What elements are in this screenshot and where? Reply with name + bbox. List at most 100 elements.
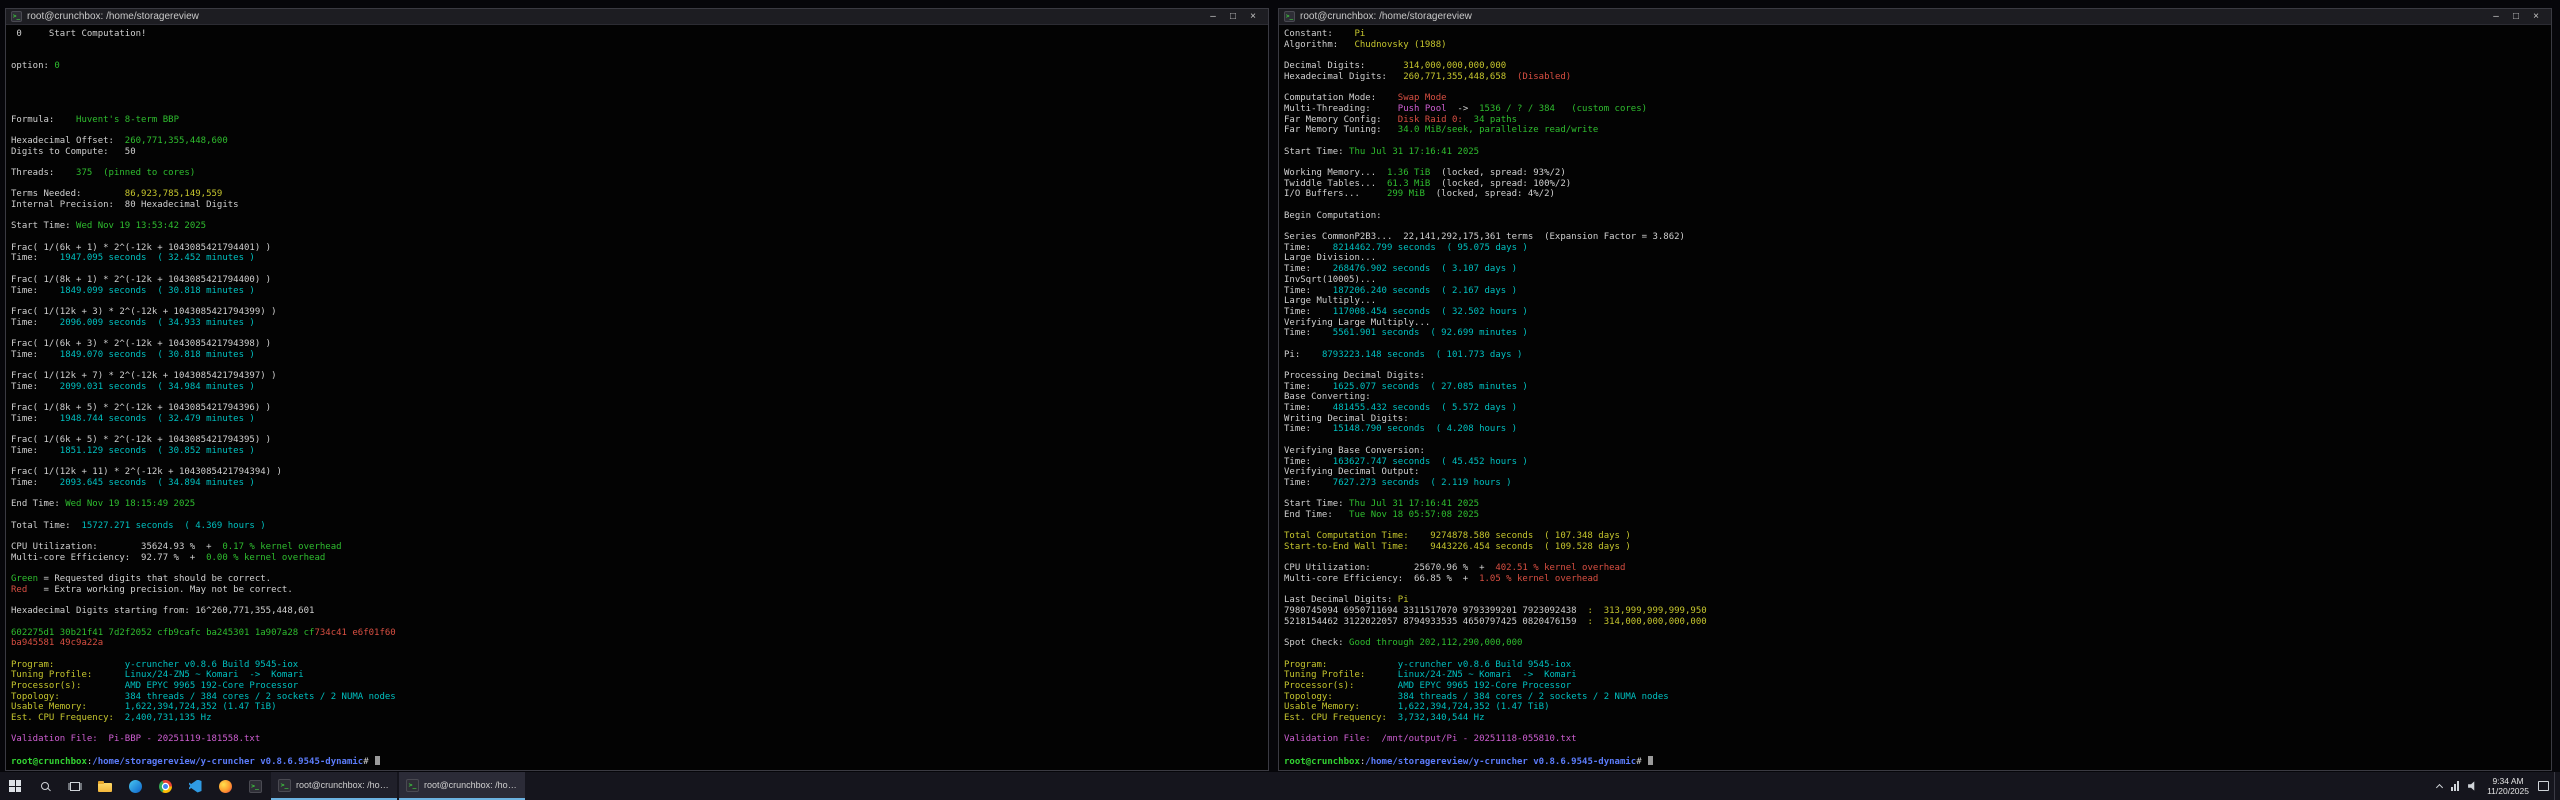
terminal-line: Processor(s): AMD EPYC 9965 192-Core Pro…: [1284, 681, 2551, 692]
terminal-line: Frac( 1/(12k + 11) * 2^(-12k + 104308542…: [11, 467, 1268, 478]
show-desktop-button[interactable]: [2554, 772, 2560, 800]
terminal-line: [11, 72, 1268, 83]
terminal-line: Tuning Profile: Linux/24-ZN5 ~ Komari ->…: [1284, 670, 2551, 681]
taskbar-window-button-terminal-2[interactable]: >_ root@crunchbox: /hom...: [399, 772, 525, 800]
search-icon: [41, 782, 49, 790]
terminal-line: [1284, 724, 2551, 735]
terminal-line: [1284, 435, 2551, 446]
terminal-line: Time: 1625.077 seconds ( 27.085 minutes …: [1284, 382, 2551, 393]
search-button[interactable]: [30, 772, 60, 800]
taskbar-window-label: root@crunchbox: /hom...: [296, 780, 390, 790]
desktop: >_ root@crunchbox: /home/storagereview –…: [0, 0, 2560, 800]
terminal-line: 5218154462 3122022057 8794933535 4650797…: [1284, 617, 2551, 628]
terminal-line: Topology: 384 threads / 384 cores / 2 so…: [1284, 692, 2551, 703]
terminal-line: Tuning Profile: Linux/24-ZN5 ~ Komari ->…: [11, 670, 1268, 681]
terminal-output[interactable]: 0 Start Computation! option: 0 Formula: …: [6, 26, 1268, 770]
terminal-line: Topology: 384 threads / 384 cores / 2 so…: [11, 692, 1268, 703]
volume-icon[interactable]: [2468, 781, 2478, 791]
terminal-line: [1284, 50, 2551, 61]
vscode-button[interactable]: [180, 772, 210, 800]
terminal-line: [11, 510, 1268, 521]
terminal-line: [11, 232, 1268, 243]
close-button[interactable]: ×: [1243, 9, 1263, 24]
vscode-icon: [189, 780, 202, 793]
terminal-line: [1284, 221, 2551, 232]
terminal-line: Twiddle Tables... 61.3 MiB (locked, spre…: [1284, 179, 2551, 190]
terminal-line: [11, 50, 1268, 61]
terminal-line: [11, 296, 1268, 307]
taskbar-clock[interactable]: 9:34 AM 11/20/2025: [2487, 776, 2529, 796]
terminal-line: Time: 1947.095 seconds ( 32.452 minutes …: [11, 253, 1268, 264]
terminal-line: Time: 2099.031 seconds ( 34.984 minutes …: [11, 382, 1268, 393]
terminal-line: Time: 2093.645 seconds ( 34.894 minutes …: [11, 478, 1268, 489]
terminal-line: End Time: Wed Nov 19 18:15:49 2025: [11, 499, 1268, 510]
taskbar-window-button-terminal-1[interactable]: >_ root@crunchbox: /hom...: [271, 772, 397, 800]
terminal-line: Constant: Pi: [1284, 29, 2551, 40]
firefox-button[interactable]: [210, 772, 240, 800]
terminal-line: Validation File: Pi-BBP - 20251119-18155…: [11, 734, 1268, 745]
terminal-line: Time: 2096.009 seconds ( 34.933 minutes …: [11, 318, 1268, 329]
terminal-line: Frac( 1/(8k + 1) * 2^(-12k + 10430854217…: [11, 275, 1268, 286]
terminal-line: Total Time: 15727.271 seconds ( 4.369 ho…: [11, 521, 1268, 532]
terminal-line: root@crunchbox:/home/storagereview/y-cru…: [11, 756, 1268, 767]
terminal-icon: >_: [249, 780, 262, 793]
terminal-line: [11, 424, 1268, 435]
terminal-line: [11, 595, 1268, 606]
terminal-line: [1284, 136, 2551, 147]
terminal-line: Writing Decimal Digits:: [1284, 414, 2551, 425]
maximize-button[interactable]: □: [2506, 9, 2526, 24]
file-explorer-icon: [98, 783, 112, 792]
close-button[interactable]: ×: [2526, 9, 2546, 24]
chrome-button[interactable]: [150, 772, 180, 800]
terminal-output[interactable]: Constant: PiAlgorithm: Chudnovsky (1988)…: [1279, 26, 2551, 770]
taskbar: >_ >_ root@crunchbox: /hom... >_ root@cr…: [0, 772, 2560, 800]
titlebar[interactable]: >_ root@crunchbox: /home/storagereview –…: [1279, 9, 2551, 25]
terminal-icon: >_: [1284, 11, 1295, 22]
terminal-line: Digits to Compute: 50: [11, 147, 1268, 158]
terminal-line: Large Multiply...: [1284, 296, 2551, 307]
minimize-button[interactable]: –: [1203, 9, 1223, 24]
terminal-line: Base Converting:: [1284, 392, 2551, 403]
titlebar[interactable]: >_ root@crunchbox: /home/storagereview –…: [6, 9, 1268, 25]
edge-button[interactable]: [120, 772, 150, 800]
terminal-line: 602275d1 30b21f41 7d2f2052 cfb9cafc ba24…: [11, 628, 1268, 639]
terminal-line: Multi-Threading: Push Pool -> 1536 / ? /…: [1284, 104, 2551, 115]
terminal-line: Frac( 1/(8k + 5) * 2^(-12k + 10430854217…: [11, 403, 1268, 414]
terminal-line: Usable Memory: 1,622,394,724,352 (1.47 T…: [1284, 702, 2551, 713]
terminal-line: Last Decimal Digits: Pi: [1284, 595, 2551, 606]
action-center-icon[interactable]: [2538, 781, 2549, 791]
file-explorer-button[interactable]: [90, 772, 120, 800]
terminal-line: [11, 157, 1268, 168]
taskbar-window-label: root@crunchbox: /hom...: [424, 780, 518, 790]
terminal-line: [11, 649, 1268, 660]
minimize-button[interactable]: –: [2486, 9, 2506, 24]
start-button[interactable]: [0, 772, 30, 800]
terminal-line: Internal Precision: 80 Hexadecimal Digit…: [11, 200, 1268, 211]
terminal-line: Multi-core Efficiency: 92.77 % + 0.00 % …: [11, 553, 1268, 564]
terminal-line: [1284, 489, 2551, 500]
maximize-button[interactable]: □: [1223, 9, 1243, 24]
terminal-line: Verifying Base Conversion:: [1284, 446, 2551, 457]
terminal-line: Time: 1948.744 seconds ( 32.479 minutes …: [11, 414, 1268, 425]
window-title: root@crunchbox: /home/storagereview: [27, 9, 1198, 25]
terminal-line: Green = Requested digits that should be …: [11, 574, 1268, 585]
terminal-line: Hexadecimal Digits: 260,771,355,448,658 …: [1284, 72, 2551, 83]
terminal-pinned-button[interactable]: >_: [240, 772, 270, 800]
terminal-line: CPU Utilization: 25670.96 % + 402.51 % k…: [1284, 563, 2551, 574]
task-view-button[interactable]: [60, 772, 90, 800]
tray-expand-chevron-icon[interactable]: [2436, 784, 2443, 791]
terminal-line: Time: 8214462.799 seconds ( 95.075 days …: [1284, 243, 2551, 254]
terminal-line: [11, 104, 1268, 115]
terminal-line: [1284, 745, 2551, 756]
terminal-line: ba945581 49c9a22a: [11, 638, 1268, 649]
terminal-line: Decimal Digits: 314,000,000,000,000: [1284, 61, 2551, 72]
terminal-line: Time: 163627.747 seconds ( 45.452 hours …: [1284, 457, 2551, 468]
terminal-line: Frac( 1/(6k + 3) * 2^(-12k + 10430854217…: [11, 339, 1268, 350]
terminal-line: [11, 264, 1268, 275]
chrome-icon: [159, 780, 172, 793]
terminal-line: [11, 125, 1268, 136]
terminal-line: [11, 392, 1268, 403]
terminal-line: [1284, 628, 2551, 639]
network-icon[interactable]: [2451, 781, 2459, 791]
terminal-line: Spot Check: Good through 202,112,290,000…: [1284, 638, 2551, 649]
